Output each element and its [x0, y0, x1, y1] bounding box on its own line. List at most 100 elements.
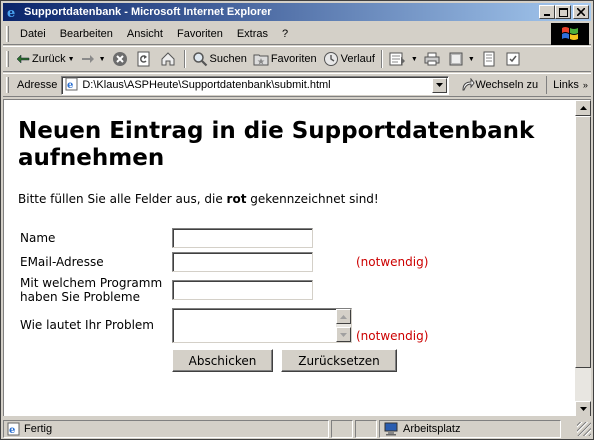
chevron-down-icon: [340, 332, 347, 337]
page-content: Neuen Eintrag in die Supportdatenbank au…: [4, 100, 574, 416]
document-icon: [483, 51, 495, 67]
menu-bearbeiten[interactable]: Bearbeiten: [53, 28, 120, 40]
go-arrow-icon: [462, 78, 475, 91]
resize-grip[interactable]: [577, 422, 591, 436]
chevron-up-icon: [579, 106, 587, 110]
svg-text:e: e: [9, 425, 15, 436]
page-heading: Neuen Eintrag in die Supportdatenbank au…: [18, 118, 535, 171]
chevron-down-icon[interactable]: ▼: [468, 56, 475, 63]
form-buttons: Abschicken Zurücksetzen: [172, 347, 428, 372]
svg-text:e: e: [67, 80, 73, 91]
links-button[interactable]: Links »: [546, 76, 588, 94]
email-input[interactable]: [172, 252, 313, 272]
toolbar-separator: [183, 50, 186, 68]
form-row-name: Name: [18, 226, 430, 250]
messenger-icon: [506, 52, 520, 66]
print-icon: [424, 52, 440, 66]
home-button[interactable]: [157, 48, 181, 70]
favorites-button[interactable]: Favoriten: [250, 48, 320, 70]
search-button[interactable]: Suchen: [189, 48, 250, 70]
program-label: Mit welchem Programm haben Sie Probleme: [20, 276, 163, 304]
toolbar-separator: [380, 50, 383, 68]
chevron-down-icon[interactable]: ▼: [411, 56, 418, 63]
links-label: Links: [553, 79, 579, 91]
back-button[interactable]: Zurück ▼: [13, 48, 78, 70]
menu-help[interactable]: ?: [275, 28, 295, 40]
mail-button[interactable]: ▼: [386, 48, 421, 70]
menu-favoriten[interactable]: Favoriten: [170, 28, 230, 40]
problem-required-note: (notwendig): [356, 329, 429, 343]
status-pane: e Fertig: [3, 420, 329, 438]
reset-button[interactable]: Zurücksetzen: [281, 349, 397, 372]
address-bar: Adresse e D:\Klaus\ASPHeute\Supportdaten…: [3, 73, 591, 97]
name-label: Name: [20, 231, 56, 245]
toolbar-grip[interactable]: [6, 51, 9, 67]
history-icon: [323, 52, 338, 66]
search-icon: [192, 52, 207, 67]
svg-text:e: e: [7, 6, 15, 19]
edit-icon: [449, 52, 463, 66]
zone-text: Arbeitsplatz: [403, 423, 461, 435]
maximize-button[interactable]: [555, 5, 571, 19]
stop-button[interactable]: [109, 48, 133, 70]
menu-ansicht[interactable]: Ansicht: [120, 28, 170, 40]
intro-text-before: Bitte füllen Sie alle Felder aus, die: [18, 192, 227, 206]
textarea-scrollbar[interactable]: [336, 309, 351, 342]
page-scroll-up-button[interactable]: [575, 100, 591, 116]
email-label: EMail-Adresse: [20, 255, 104, 269]
edit-button[interactable]: ▼: [445, 48, 478, 70]
minimize-button[interactable]: [539, 5, 555, 19]
address-label: Adresse: [17, 79, 58, 91]
scroll-up-button[interactable]: [336, 309, 351, 324]
address-url: D:\Klaus\ASPHeute\Supportdatenbank\submi…: [82, 79, 331, 91]
status-text: Fertig: [24, 423, 53, 435]
history-label: Verlauf: [340, 53, 375, 65]
messenger-button[interactable]: [502, 48, 526, 70]
print-button[interactable]: [421, 48, 445, 70]
menu-bar: Datei Bearbeiten Ansicht Favoriten Extra…: [3, 23, 591, 45]
windows-logo-icon: [551, 23, 589, 45]
page-scroll-down-button[interactable]: [575, 401, 591, 416]
email-required-note: (notwendig): [356, 255, 429, 269]
menu-extras[interactable]: Extras: [230, 28, 275, 40]
favorites-label: Favoriten: [270, 53, 317, 65]
computer-icon: [384, 422, 398, 436]
form-row-program: Mit welchem Programm haben Sie Probleme: [18, 274, 430, 306]
forward-button[interactable]: ▼: [78, 48, 109, 70]
history-button[interactable]: Verlauf: [320, 48, 378, 70]
address-input[interactable]: e D:\Klaus\ASPHeute\Supportdatenbank\sub…: [61, 75, 450, 95]
refresh-button[interactable]: [133, 48, 157, 70]
menu-datei[interactable]: Datei: [13, 28, 53, 40]
close-button[interactable]: [573, 5, 589, 19]
page-scrollbar[interactable]: [575, 100, 591, 416]
scroll-down-button[interactable]: [336, 327, 351, 342]
status-pane-empty: [331, 420, 353, 438]
address-dropdown-button[interactable]: [432, 77, 448, 93]
title-bar[interactable]: e Supportdatenbank - Microsoft Internet …: [3, 3, 591, 21]
page-done-icon: e: [7, 422, 20, 436]
problem-textarea[interactable]: [172, 308, 352, 343]
go-button[interactable]: Wechseln zu: [457, 78, 542, 92]
chevron-right-icon: »: [582, 80, 588, 90]
program-input[interactable]: [172, 280, 313, 300]
browser-window: e Supportdatenbank - Microsoft Internet …: [0, 0, 594, 440]
problem-label: Wie lautet Ihr Problem: [20, 318, 154, 332]
page-scroll-thumb[interactable]: [575, 116, 591, 368]
page-viewport: Neuen Eintrag in die Supportdatenbank au…: [3, 99, 591, 416]
back-label: Zurück: [32, 53, 66, 65]
refresh-icon: [137, 51, 149, 67]
mail-icon: [389, 52, 405, 66]
status-bar: e Fertig Arbeitsplatz: [3, 419, 591, 439]
discuss-button[interactable]: [478, 48, 502, 70]
problem-textarea-content[interactable]: [173, 309, 336, 342]
home-icon: [161, 52, 174, 66]
chevron-down-icon[interactable]: ▼: [99, 56, 106, 63]
toolbar-grip[interactable]: [6, 77, 9, 93]
toolbar-grip[interactable]: [6, 25, 9, 42]
chevron-down-icon: [579, 407, 587, 411]
go-label: Wechseln zu: [475, 79, 539, 91]
chevron-down-icon[interactable]: ▼: [68, 56, 75, 63]
submit-button[interactable]: Abschicken: [172, 349, 273, 372]
search-label: Suchen: [209, 53, 247, 65]
name-input[interactable]: [172, 228, 313, 248]
